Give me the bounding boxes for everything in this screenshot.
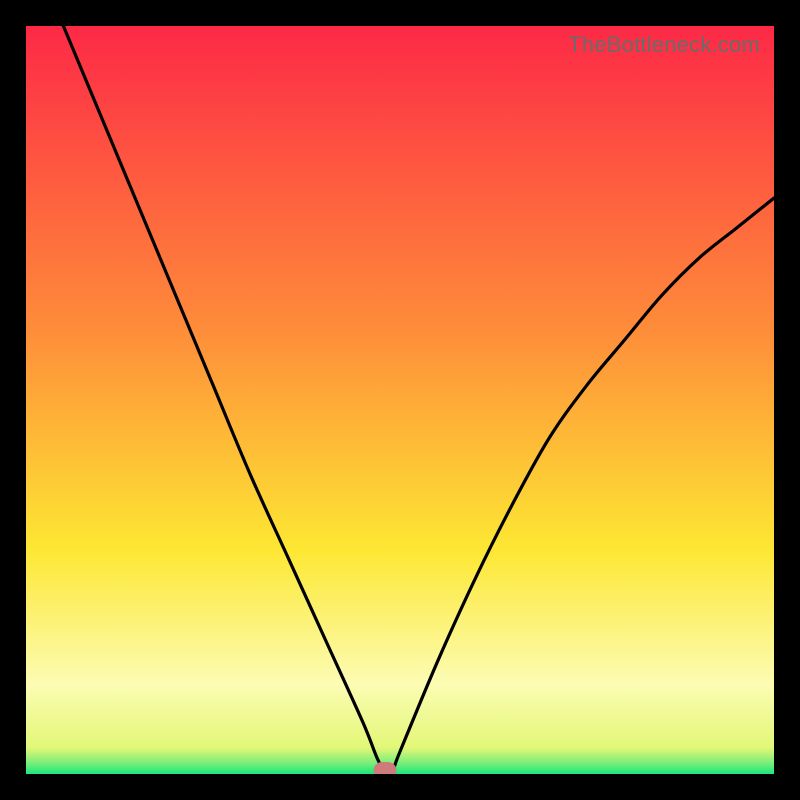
optimum-marker (374, 762, 397, 774)
chart-frame: TheBottleneck.com (0, 0, 800, 800)
plot-area: TheBottleneck.com (26, 26, 774, 774)
bottleneck-curve (26, 26, 774, 774)
